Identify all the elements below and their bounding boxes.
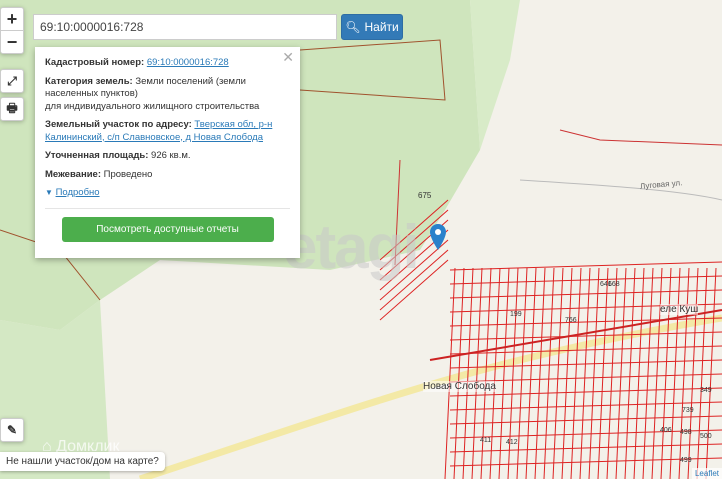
category-use: для индивидуального жилищного строительс… <box>45 100 260 112</box>
area-value: 926 кв.м. <box>151 150 191 161</box>
parcel-number: 349 <box>700 387 712 394</box>
map-marker-icon[interactable] <box>430 224 446 252</box>
measure-button[interactable]: ✎ <box>0 418 24 442</box>
close-icon[interactable]: ✕ <box>282 50 294 63</box>
parcel-number: 199 <box>510 311 522 318</box>
ruler-icon: ✎ <box>6 423 18 437</box>
survey-value: Проведено <box>103 168 153 180</box>
print-icon: 🖶 <box>6 100 18 115</box>
zoom-out-button[interactable]: − <box>1 30 23 53</box>
search-button-label: Найти <box>364 20 399 34</box>
expand-icon: ⤢ <box>7 73 17 88</box>
caret-down-icon: ▼ <box>45 188 53 197</box>
parcel-number: 766 <box>565 317 577 324</box>
print-button[interactable]: 🖶 <box>0 97 24 121</box>
attribution-link[interactable]: Leaflet <box>691 468 722 479</box>
parcel-number: 406 <box>660 427 672 434</box>
zoom-in-button[interactable]: + <box>1 8 23 30</box>
area-label: Уточненная площадь: <box>45 150 149 161</box>
search-icon: 🔍︎ <box>345 20 361 34</box>
parcel-label: 675 <box>418 191 432 200</box>
search-button[interactable]: 🔍︎ Найти <box>341 14 403 40</box>
village2-label: еле Куш <box>660 304 699 315</box>
parcel-number: 668 <box>608 281 620 288</box>
parcel-number: 739 <box>682 407 694 414</box>
parcel-number: 411 <box>480 437 491 444</box>
parcel-number: 412 <box>506 439 518 446</box>
cadastral-link[interactable]: 69:10:0000016:728 <box>147 57 229 68</box>
not-found-button[interactable]: Не нашли участок/дом на карте? <box>0 452 165 471</box>
zoom-control: + − <box>0 7 24 54</box>
fullscreen-button[interactable]: ⤢ <box>0 69 24 93</box>
watermark: etagi <box>283 213 420 282</box>
parcel-popup: ✕ Кадастровый номер: 69:10:0000016:728 К… <box>35 47 300 258</box>
village-label: Новая Слобода <box>423 381 496 392</box>
address-label: Земельный участок по адресу: <box>45 119 192 130</box>
parcel-number: 500 <box>700 433 712 440</box>
survey-label: Межевание: <box>45 168 101 180</box>
parcel-number: 498 <box>680 429 692 436</box>
view-reports-button[interactable]: Посмотреть доступные отчеты <box>61 216 274 242</box>
parcel-number: 499 <box>680 457 692 464</box>
category-label: Категория земель: <box>45 75 133 87</box>
search-input[interactable] <box>33 14 337 40</box>
details-link[interactable]: Подробно <box>56 187 100 198</box>
cadastral-label: Кадастровый номер: <box>45 57 145 68</box>
